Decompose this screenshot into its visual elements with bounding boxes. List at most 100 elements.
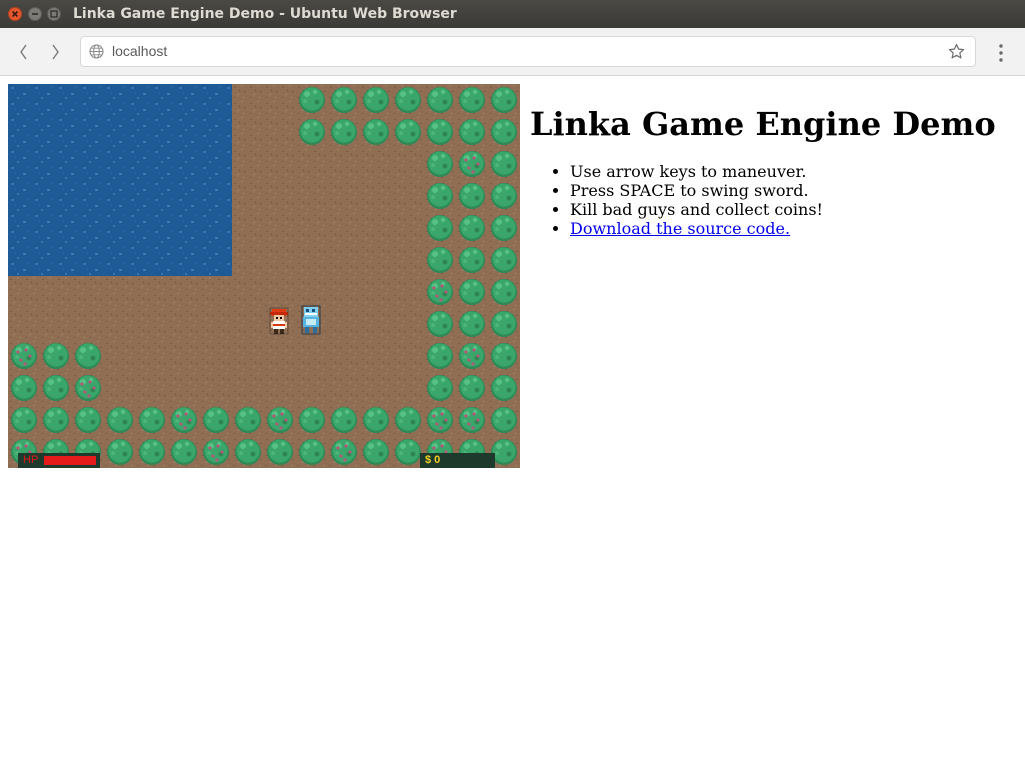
tree-sprite [363, 119, 389, 145]
tree-sprite [459, 279, 485, 305]
tree-sprite [459, 87, 485, 113]
tree-sprite [427, 215, 453, 241]
tree-sprite [171, 439, 197, 465]
tree-sprite [331, 407, 357, 433]
tree-sprite [43, 343, 69, 369]
bookmark-star-icon[interactable] [948, 43, 965, 60]
address-bar[interactable]: localhost [80, 36, 976, 67]
tree-sprite [363, 407, 389, 433]
window-close-button[interactable] [8, 7, 22, 21]
tree-sprite [43, 375, 69, 401]
tree-sprite [139, 439, 165, 465]
tree-sprite [427, 343, 453, 369]
tree-sprite [331, 87, 357, 113]
tree-sprite [427, 87, 453, 113]
close-icon [11, 10, 19, 18]
tree-sprite [75, 343, 101, 369]
tree-sprite [427, 183, 453, 209]
minimize-icon [32, 13, 38, 15]
game-world [8, 84, 520, 468]
tree-sprite [491, 247, 517, 273]
menu-icon[interactable] [995, 43, 1007, 63]
tree-sprite [107, 439, 133, 465]
tree-sprite [299, 87, 325, 113]
tree-sprite [427, 279, 453, 305]
tree-sprite [491, 311, 517, 337]
tree-sprite [491, 279, 517, 305]
tree-sprite [139, 407, 165, 433]
tree-sprite [427, 407, 453, 433]
tree-sprite [363, 87, 389, 113]
tree-sprite [459, 407, 485, 433]
tree-sprite [459, 215, 485, 241]
window-title: Linka Game Engine Demo - Ubuntu Web Brow… [73, 6, 457, 22]
money-counter: $ 0 [420, 453, 495, 468]
tree-sprite [235, 439, 261, 465]
tree-sprite [363, 439, 389, 465]
window-maximize-button[interactable] [47, 7, 61, 21]
tree-sprite [427, 375, 453, 401]
tree-sprite [491, 375, 517, 401]
tree-sprite [11, 407, 37, 433]
tree-sprite [203, 439, 229, 465]
tree-sprite [11, 375, 37, 401]
tree-sprite [203, 407, 229, 433]
hp-label: HP [23, 454, 39, 466]
tree-sprite [75, 375, 101, 401]
window-titlebar: Linka Game Engine Demo - Ubuntu Web Brow… [0, 0, 1025, 28]
tree-sprite [459, 119, 485, 145]
hp-bar [44, 456, 96, 465]
tree-sprite [43, 407, 69, 433]
tree-sprite [491, 119, 517, 145]
address-text: localhost [112, 43, 168, 59]
tree-sprite [427, 151, 453, 177]
water-lake [8, 84, 232, 276]
download-source-link[interactable]: Download the source code. [570, 219, 790, 238]
instruction-item: Use arrow keys to maneuver. [570, 162, 1020, 181]
tree-sprite [427, 247, 453, 273]
tree-sprite [171, 407, 197, 433]
tree-sprite [459, 151, 485, 177]
tree-sprite [331, 439, 357, 465]
download-item: Download the source code. [570, 219, 1020, 238]
game-canvas[interactable]: HP $ 0 [8, 84, 520, 468]
money-label: $ 0 [425, 454, 441, 466]
hp-bar-fill [44, 456, 96, 465]
tree-sprite [459, 375, 485, 401]
instruction-item: Kill bad guys and collect coins! [570, 200, 1020, 219]
tree-sprite [395, 87, 421, 113]
browser-toolbar: localhost [0, 28, 1025, 76]
tree-sprite [395, 439, 421, 465]
tree-sprite [491, 215, 517, 241]
maximize-icon [50, 10, 58, 18]
back-icon[interactable] [16, 42, 32, 62]
tree-sprite [427, 119, 453, 145]
tree-sprite [299, 439, 325, 465]
tree-sprite [299, 407, 325, 433]
tree-sprite [491, 407, 517, 433]
tree-sprite [75, 407, 101, 433]
forward-icon[interactable] [47, 42, 63, 62]
page-heading: Linka Game Engine Demo [530, 105, 996, 143]
tree-sprite [491, 151, 517, 177]
tree-sprite [459, 311, 485, 337]
tree-sprite [235, 407, 261, 433]
tree-sprite [491, 183, 517, 209]
tree-sprite [491, 343, 517, 369]
tree-sprite [331, 119, 357, 145]
tree-sprite [11, 343, 37, 369]
globe-icon [89, 44, 104, 59]
tree-sprite [107, 407, 133, 433]
tree-sprite [491, 87, 517, 113]
instructions-list: Use arrow keys to maneuver. Press SPACE … [530, 162, 1020, 238]
tree-sprite [459, 343, 485, 369]
tree-sprite [267, 439, 293, 465]
tree-sprite [459, 247, 485, 273]
window-minimize-button[interactable] [28, 7, 42, 21]
page-content: Linka Game Engine Demo Use arrow keys to… [530, 100, 1020, 238]
tree-sprite [395, 407, 421, 433]
tree-sprite [395, 119, 421, 145]
instruction-item: Press SPACE to swing sword. [570, 181, 1020, 200]
tree-sprite [427, 311, 453, 337]
tree-sprite [299, 119, 325, 145]
